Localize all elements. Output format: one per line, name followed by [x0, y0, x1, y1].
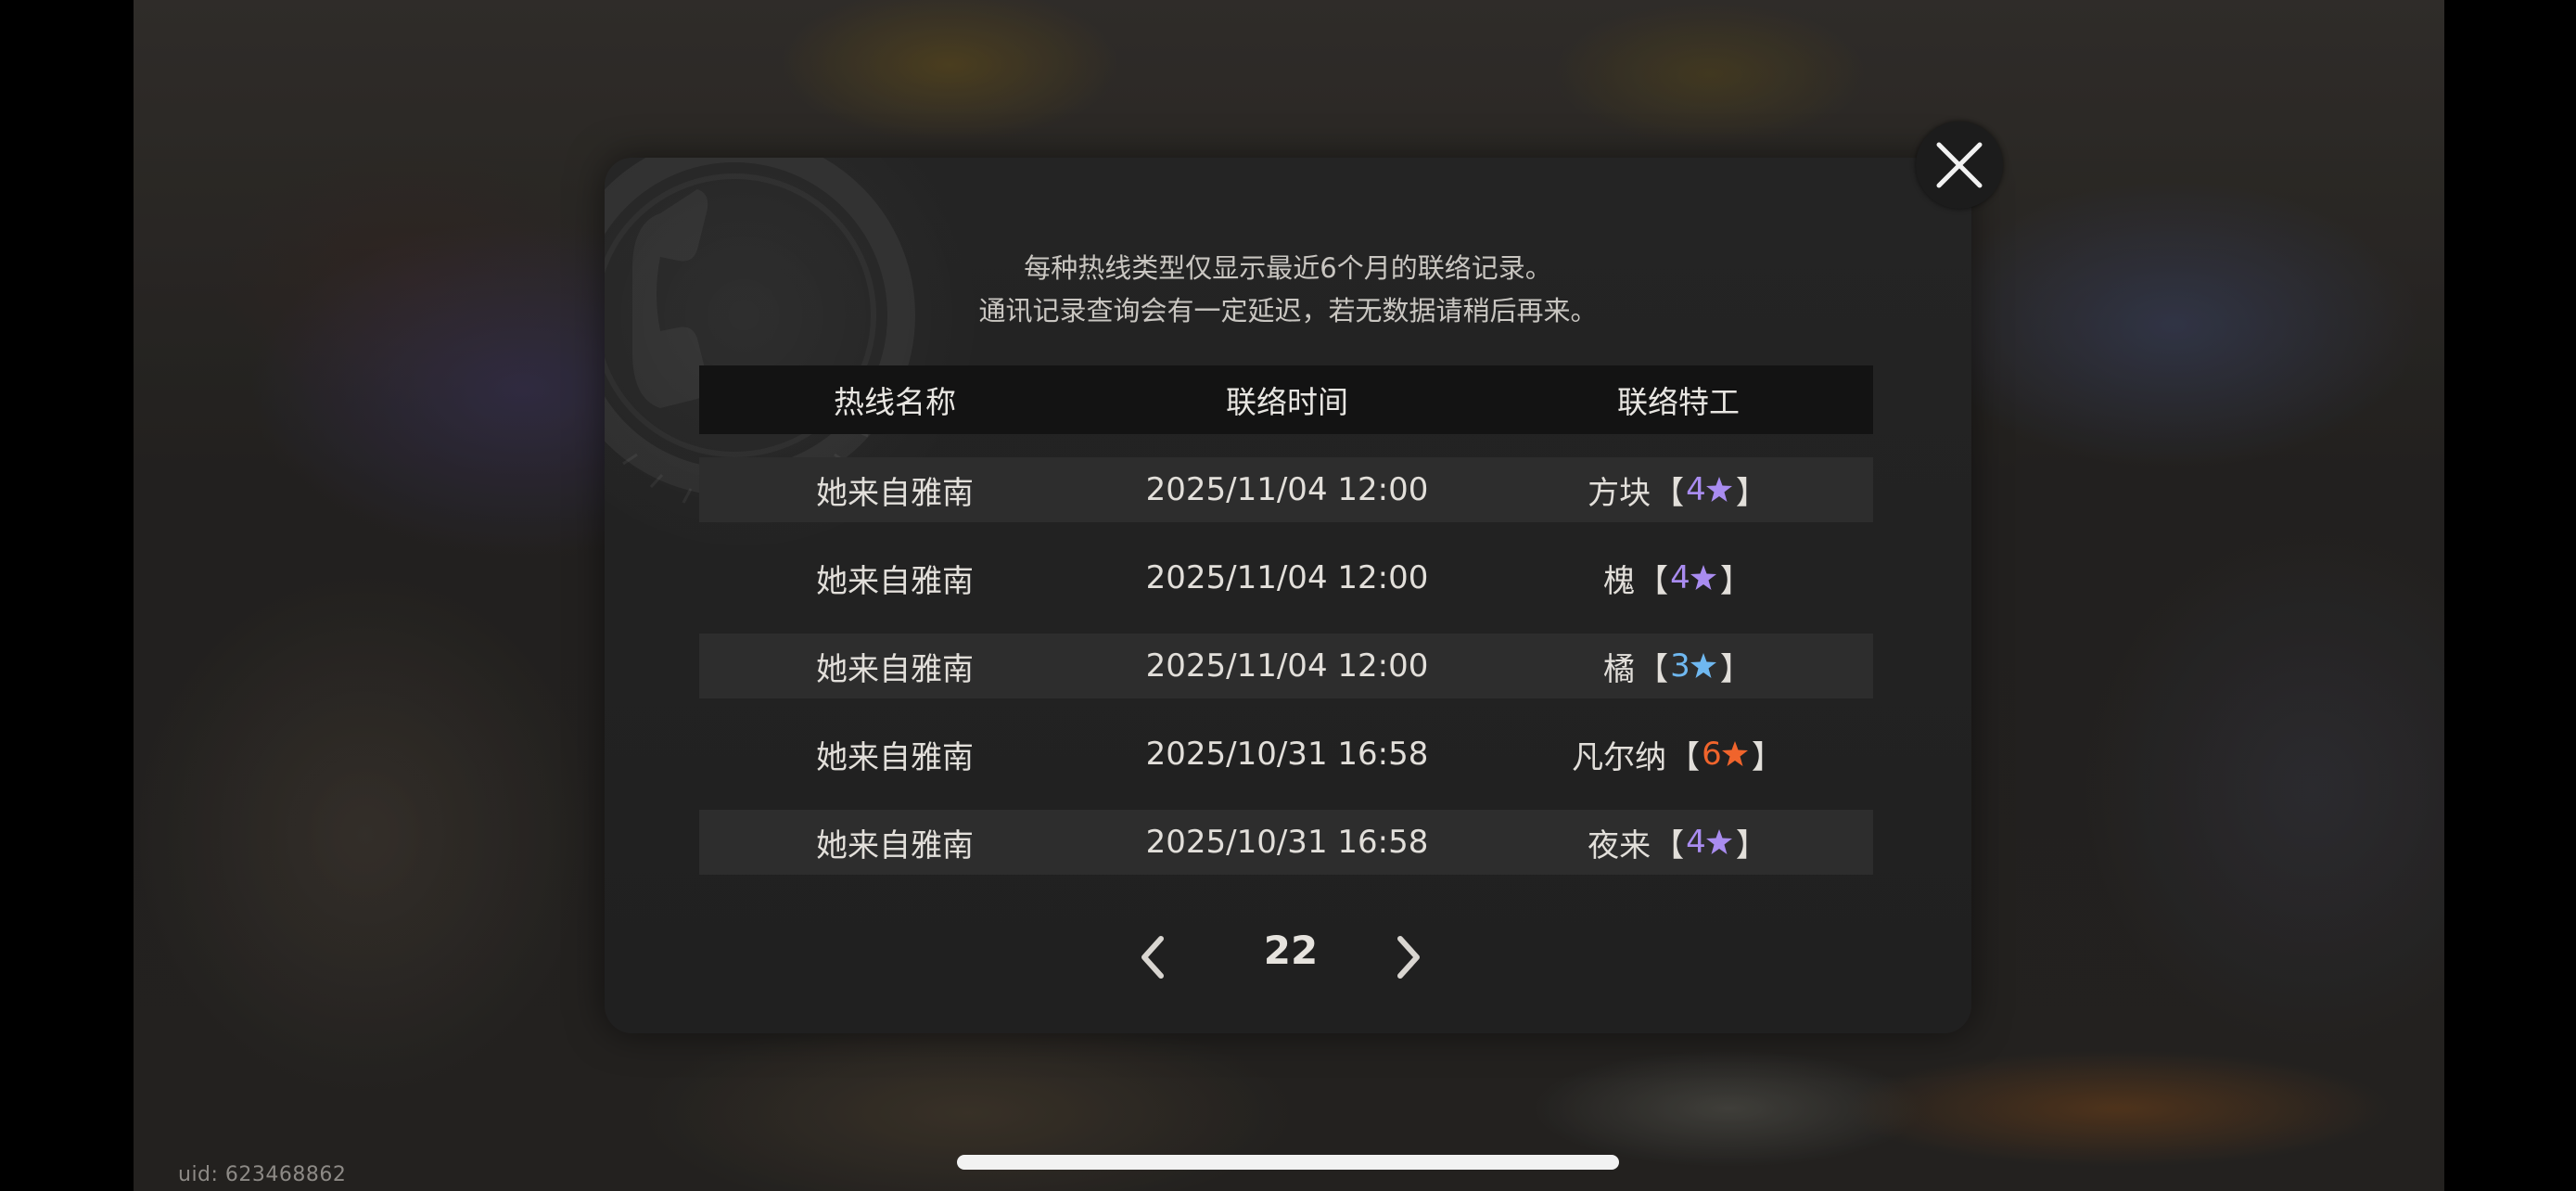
notice-line-1: 每种热线类型仅显示最近6个月的联络记录。: [1024, 252, 1552, 284]
agent-name: 槐: [1603, 562, 1636, 600]
hotline-name: 她来自雅南: [816, 650, 974, 688]
star-icon: [1690, 565, 1716, 590]
contact-agent: 夜来 【 4 】: [1484, 820, 1873, 865]
bracket-close: 】: [1719, 650, 1752, 688]
contact-agent: 方块 【 4 】: [1484, 467, 1873, 513]
pagination: 22: [605, 924, 1971, 998]
agent-name: 橘: [1603, 650, 1636, 688]
contact-time: 2025/10/31 16:58: [1145, 824, 1429, 861]
bracket-open: 【: [1637, 562, 1669, 600]
contact-time: 2025/11/04 12:00: [1145, 471, 1429, 508]
contact-records-dialog: 每种热线类型仅显示最近6个月的联络记录。 通讯记录查询会有一定延迟，若无数据请稍…: [605, 158, 1971, 1033]
star-icon: [1721, 741, 1748, 766]
agent-name: 方块: [1588, 474, 1651, 512]
user-id: uid: 623468862: [178, 1163, 347, 1186]
hotline-name: 她来自雅南: [816, 738, 974, 776]
hotline-name: 她来自雅南: [816, 474, 974, 512]
agent-rank: 4: [1686, 824, 1734, 861]
agent-rank: 4: [1670, 559, 1718, 596]
rank-number: 6: [1702, 736, 1722, 773]
star-icon: [1690, 653, 1716, 678]
header-hotline-name: 热线名称: [834, 384, 956, 420]
bracket-open: 【: [1652, 474, 1685, 512]
agent-rank: 3: [1670, 647, 1718, 685]
contact-agent: 橘 【 3 】: [1484, 644, 1873, 689]
table-row: 她来自雅南 2025/10/31 16:58 凡尔纳 【 6 】: [699, 722, 1873, 787]
contact-time: 2025/10/31 16:58: [1145, 736, 1429, 773]
contact-time: 2025/11/04 12:00: [1145, 559, 1429, 596]
contact-agent: 凡尔纳 【 6 】: [1484, 732, 1873, 777]
contact-agent: 槐 【 4 】: [1484, 556, 1873, 601]
table-row: 她来自雅南 2025/10/31 16:58 夜来 【 4 】: [699, 810, 1873, 875]
header-contact-agent: 联络特工: [1617, 384, 1740, 420]
rank-number: 4: [1686, 824, 1706, 861]
rank-number: 4: [1670, 559, 1690, 596]
bracket-close: 】: [1735, 826, 1767, 864]
close-icon: [1936, 142, 1983, 188]
home-indicator[interactable]: [957, 1155, 1619, 1170]
star-icon: [1705, 829, 1732, 854]
bracket-close: 】: [1751, 738, 1783, 776]
bracket-open: 【: [1652, 826, 1685, 864]
table-row: 她来自雅南 2025/11/04 12:00 橘 【 3 】: [699, 634, 1873, 698]
hotline-name: 她来自雅南: [816, 562, 974, 600]
bracket-open: 【: [1668, 738, 1701, 776]
bracket-open: 【: [1637, 650, 1669, 688]
hotline-name: 她来自雅南: [816, 826, 974, 864]
chevron-right-icon[interactable]: [1389, 929, 1426, 985]
table-row: 她来自雅南 2025/11/04 12:00 槐 【 4 】: [699, 545, 1873, 610]
rank-number: 3: [1670, 647, 1690, 685]
agent-name: 夜来: [1588, 826, 1651, 864]
table-header: 热线名称 联络时间 联络特工: [699, 365, 1873, 434]
page-number: 22: [1263, 928, 1319, 973]
table-row: 她来自雅南 2025/11/04 12:00 方块 【 4 】: [699, 457, 1873, 522]
bracket-close: 】: [1719, 562, 1752, 600]
header-contact-time: 联络时间: [1226, 384, 1348, 420]
contact-records-table: 热线名称 联络时间 联络特工 她来自雅南 2025/11/04 12:00 方块…: [699, 365, 1873, 875]
agent-rank: 4: [1686, 471, 1734, 508]
chevron-left-icon[interactable]: [1135, 929, 1172, 985]
agent-name: 凡尔纳: [1572, 738, 1667, 776]
contact-time: 2025/11/04 12:00: [1145, 647, 1429, 685]
star-icon: [1705, 477, 1732, 502]
agent-rank: 6: [1702, 736, 1750, 773]
notice-line-2: 通讯记录查询会有一定延迟，若无数据请稍后再来。: [978, 295, 1598, 327]
close-button[interactable]: [1916, 122, 2003, 209]
rank-number: 4: [1686, 471, 1706, 508]
bracket-close: 】: [1735, 474, 1767, 512]
